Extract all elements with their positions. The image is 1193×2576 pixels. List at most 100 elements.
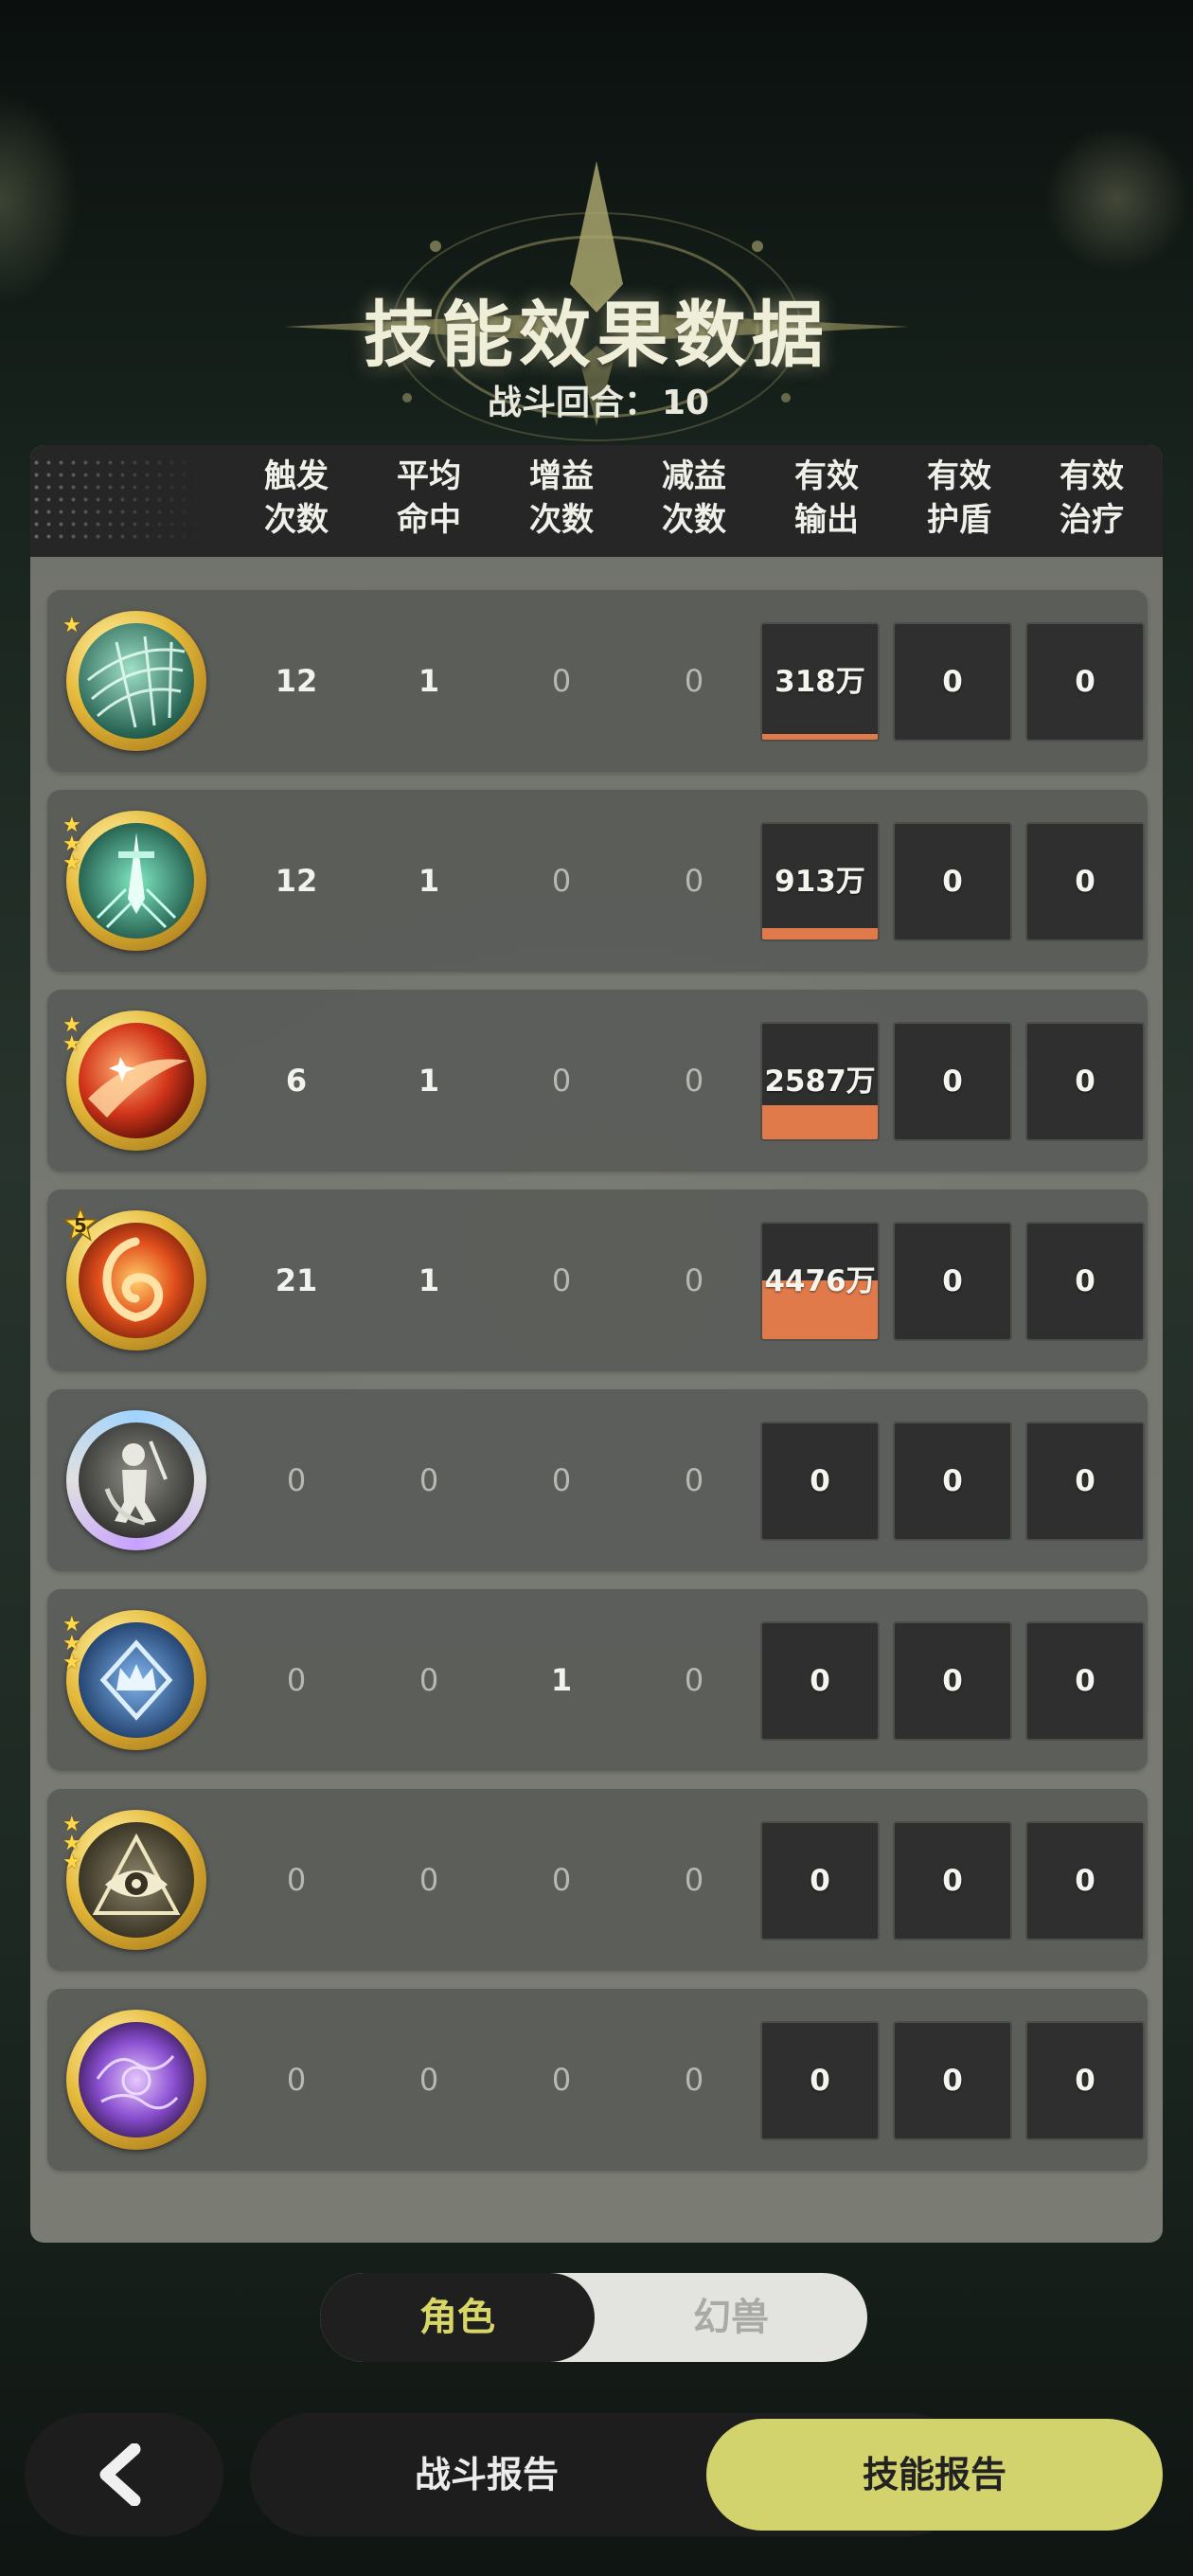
cell-heal-box: 0	[1025, 1022, 1145, 1141]
cell-trigger: 0	[286, 2062, 307, 2098]
battle-rounds-label: 战斗回合：	[487, 384, 658, 422]
cell-hit: 0	[418, 2062, 439, 2098]
col-header-line: 增益	[529, 457, 594, 495]
web-skill-icon	[79, 623, 194, 739]
col-header-buff: 增益 次数	[495, 455, 628, 542]
col-header-line: 命中	[397, 501, 461, 539]
cell-debuff: 0	[684, 1063, 704, 1099]
cell-heal-box: 0	[1025, 1222, 1145, 1341]
cell-trigger: 0	[286, 1662, 307, 1698]
cell-buff: 0	[551, 1462, 572, 1498]
cell-heal-box: 0	[1025, 622, 1145, 742]
col-header-line: 有效	[927, 457, 991, 495]
skill-icon-wrap[interactable]	[62, 1406, 210, 1554]
cell-shield: 0	[942, 1864, 963, 1898]
cell-output-box: 4476万	[760, 1222, 880, 1341]
cell-hit: 1	[418, 663, 440, 699]
star-rating: ★ ★ ★	[62, 1815, 91, 1874]
skill-icon-frame	[66, 1410, 206, 1550]
cell-trigger: 0	[286, 1462, 307, 1498]
cell-buff: 0	[551, 1063, 572, 1099]
col-header-line: 输出	[794, 501, 859, 539]
battle-rounds-value: 10	[661, 384, 710, 422]
cell-hit: 0	[418, 1462, 439, 1498]
skill-icon-wrap[interactable]: ★ ★ ★	[62, 1806, 210, 1954]
skill-row[interactable]: ★ ★ ★ 0 0 0 0 0 0 0	[47, 1789, 1148, 1971]
skill-row[interactable]: 0 0 0 0 0 0 0	[47, 1389, 1148, 1571]
sword-skill-icon	[79, 823, 194, 939]
battle-report-label: 战斗报告	[414, 2454, 559, 2496]
cell-output-box: 0	[760, 1621, 880, 1741]
col-header-output: 有效 输出	[760, 455, 893, 542]
cell-shield-box: 0	[893, 822, 1012, 941]
col-header-debuff: 减益 次数	[628, 455, 760, 542]
cell-shield: 0	[942, 1464, 963, 1498]
cell-hit: 0	[418, 1862, 439, 1898]
cell-trigger: 0	[286, 1862, 307, 1898]
col-header-hit: 平均 命中	[363, 455, 495, 542]
cell-shield-box: 0	[893, 2021, 1012, 2140]
skill-row[interactable]: 0 0 0 0 0 0 0	[47, 1989, 1148, 2171]
back-button[interactable]	[25, 2413, 223, 2536]
cell-shield-box: 0	[893, 1022, 1012, 1141]
cell-output: 0	[810, 2064, 830, 2098]
star-icon: ★	[62, 1032, 81, 1056]
cell-shield: 0	[942, 665, 963, 699]
cell-shield: 0	[942, 1064, 963, 1099]
skill-icon-wrap[interactable]: ★ ★ ★	[62, 807, 210, 955]
purple-orb-skill-icon	[79, 2022, 194, 2138]
col-header-line: 治疗	[1059, 501, 1124, 539]
cell-debuff: 0	[684, 1862, 704, 1898]
cell-debuff: 0	[684, 863, 704, 899]
cell-heal: 0	[1075, 1464, 1095, 1498]
slash-fire-skill-icon	[79, 1023, 194, 1138]
chevron-left-icon	[99, 2443, 141, 2506]
cell-heal-box: 0	[1025, 822, 1145, 941]
toggle-role[interactable]: 角色	[320, 2273, 595, 2362]
cell-heal: 0	[1075, 1664, 1095, 1698]
cell-output: 0	[810, 1464, 830, 1498]
col-header-line: 有效	[794, 457, 859, 495]
star-icon: ★	[62, 851, 81, 875]
cell-buff: 1	[550, 1662, 573, 1698]
col-header-trigger: 触发 次数	[230, 455, 363, 542]
star-icon: ★	[62, 1651, 81, 1674]
cell-output-box: 913万	[760, 822, 880, 941]
header-dot-pattern	[30, 456, 205, 546]
role-beast-toggle[interactable]: 角色 幻兽	[320, 2273, 867, 2362]
cell-trigger: 21	[275, 1262, 318, 1298]
skill-icon-wrap[interactable]: ★ ★	[62, 1007, 210, 1154]
cell-buff: 0	[551, 1862, 572, 1898]
skill-icon-wrap[interactable]: ★ ★ ★	[62, 1606, 210, 1754]
col-header-shield: 有效 护盾	[893, 455, 1025, 542]
star-icon: ★	[62, 1851, 81, 1874]
cell-trigger: 12	[275, 663, 318, 699]
skill-row[interactable]: ★ ★ ★ 0 0 1 0 0 0 0	[47, 1589, 1148, 1771]
skill-data-panel[interactable]: 触发 次数 平均 命中 增益 次数 减益 次数 有效 输出 有效 护盾 有效 治疗 ★ 12 1 0…	[30, 445, 1163, 2243]
cell-heal: 0	[1075, 1064, 1095, 1099]
battle-rounds: 战斗回合： 10	[0, 375, 1193, 424]
skill-row[interactable]: ★ ★ 6 1 0 0 2587万 0 0	[47, 990, 1148, 1172]
cell-output-box: 0	[760, 1821, 880, 1941]
col-header-heal: 有效 治疗	[1025, 455, 1158, 542]
cell-trigger: 6	[285, 1063, 308, 1099]
cell-heal: 0	[1075, 665, 1095, 699]
cell-heal-box: 0	[1025, 1422, 1145, 1541]
skill-row[interactable]: 5 21 1 0 0 4476万 0 0	[47, 1190, 1148, 1371]
cell-output: 0	[810, 1664, 830, 1698]
cell-shield-box: 0	[893, 1222, 1012, 1341]
cell-shield-box: 0	[893, 622, 1012, 742]
cell-heal: 0	[1075, 2064, 1095, 2098]
skill-icon-wrap[interactable]	[62, 2006, 210, 2154]
cell-output-box: 318万	[760, 622, 880, 742]
toggle-beast[interactable]: 幻兽	[595, 2273, 867, 2362]
skill-icon-wrap[interactable]: 5	[62, 1207, 210, 1354]
cell-output-box: 2587万	[760, 1022, 880, 1141]
cell-shield: 0	[942, 2064, 963, 2098]
star-rating: ★ ★ ★	[62, 1615, 91, 1674]
cell-buff: 0	[551, 1262, 572, 1298]
skill-icon-wrap[interactable]: ★	[62, 607, 210, 755]
skill-report-button[interactable]: 技能报告	[706, 2419, 1163, 2531]
skill-row[interactable]: ★ ★ ★ 12 1 0 0 913万 0 0	[47, 790, 1148, 972]
skill-row[interactable]: ★ 12 1 0 0 318万 0 0	[47, 590, 1148, 772]
